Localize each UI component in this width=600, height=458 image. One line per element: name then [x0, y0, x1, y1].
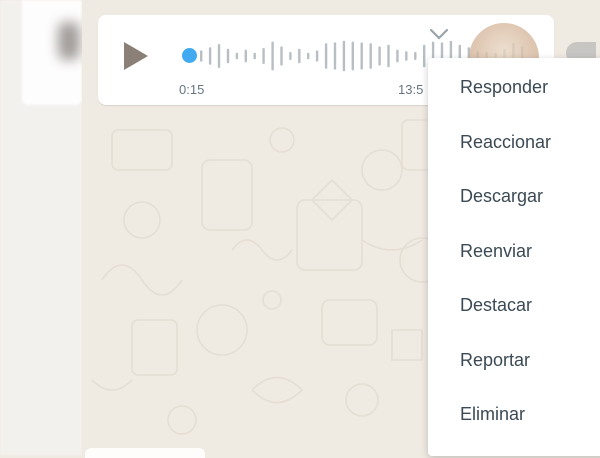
waveform-bar	[226, 48, 230, 64]
waveform-bar	[369, 43, 372, 69]
waveform-bar	[235, 52, 239, 60]
message-bubble-partial	[85, 448, 205, 458]
chevron-down-icon[interactable]	[428, 25, 450, 43]
menu-item-forward[interactable]: Reenviar	[428, 224, 600, 279]
waveform-bar	[315, 50, 319, 62]
waveform-bar	[208, 47, 212, 65]
waveform-bar	[351, 41, 354, 71]
waveform-bar	[342, 40, 346, 72]
menu-item-report[interactable]: Reportar	[428, 333, 600, 388]
play-icon[interactable]	[124, 42, 148, 70]
message-timestamp: 13:5	[398, 82, 424, 97]
waveform-bar	[360, 42, 363, 70]
waveform-bar	[387, 44, 390, 68]
message-context-menu: Responder Reaccionar Descargar Reenviar Dest…	[428, 58, 600, 456]
waveform-bar	[405, 51, 408, 61]
menu-item-star[interactable]: Destacar	[428, 278, 600, 333]
waveform-bar	[423, 44, 426, 68]
waveform-bar	[333, 42, 337, 70]
waveform-bar	[307, 52, 310, 60]
waveform-bar	[200, 50, 203, 62]
waveform-bar	[378, 46, 381, 66]
playback-progress-handle[interactable]	[182, 48, 197, 63]
waveform-bar	[298, 48, 301, 64]
menu-item-download[interactable]: Descargar	[428, 169, 600, 224]
waveform-bar	[253, 52, 256, 60]
waveform-bar	[244, 49, 247, 63]
waveform-bar	[414, 52, 417, 60]
menu-item-delete[interactable]: Eliminar	[428, 387, 600, 442]
waveform-bar	[271, 41, 274, 71]
menu-item-reply[interactable]: Responder	[428, 60, 600, 115]
waveform-bar	[262, 48, 265, 64]
chat-list-panel	[0, 0, 82, 455]
waveform-bar	[324, 43, 328, 69]
voice-elapsed-time: 0:15	[179, 82, 205, 97]
chat-avatar	[58, 22, 80, 60]
waveform-bar	[396, 49, 399, 63]
waveform-bar	[289, 52, 292, 60]
waveform-bar	[217, 44, 221, 68]
menu-item-react[interactable]: Reaccionar	[428, 115, 600, 170]
waveform-bar	[280, 46, 283, 66]
